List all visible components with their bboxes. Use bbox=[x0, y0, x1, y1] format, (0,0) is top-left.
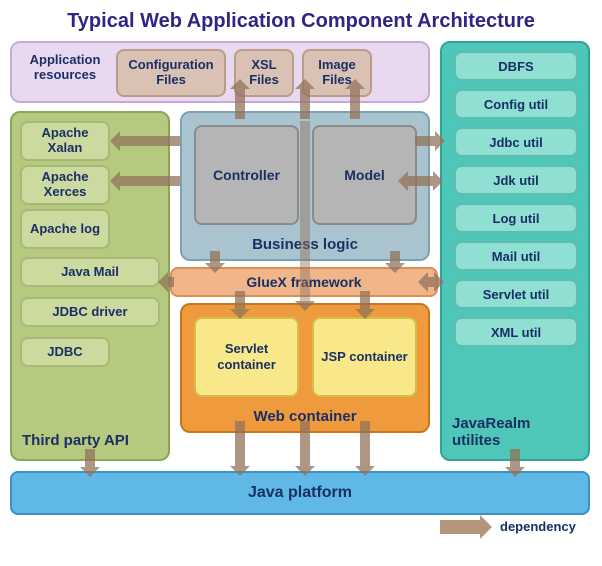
box-dbfs: DBFS bbox=[454, 51, 578, 81]
legend-dependency: dependency bbox=[440, 519, 576, 534]
diagram-canvas: Application resources Configuration File… bbox=[10, 41, 592, 533]
arrow-web-to-platform bbox=[300, 421, 310, 466]
box-apache-log: Apache log bbox=[20, 209, 110, 249]
box-servlet-util: Servlet util bbox=[454, 279, 578, 309]
arrow-controller-to-xerces bbox=[120, 176, 180, 186]
label-javarealm-utilities: JavaRealm utilites bbox=[452, 415, 582, 449]
arrow-icon bbox=[440, 520, 480, 534]
diagram-title: Typical Web Application Component Archit… bbox=[0, 0, 602, 41]
arrow-servlet-to-platform bbox=[235, 421, 245, 466]
box-java-platform: Java platform bbox=[10, 471, 590, 515]
label-application-resources: Application resources bbox=[18, 53, 112, 83]
group-third-party-api: Apache Xalan Apache Xerces Apache log Ja… bbox=[10, 111, 170, 461]
box-java-mail: Java Mail bbox=[20, 257, 160, 287]
box-log-util: Log util bbox=[454, 203, 578, 233]
box-servlet-container: Servlet container bbox=[194, 317, 299, 397]
arrow-controller-to-config bbox=[235, 89, 245, 119]
box-apache-xerces: Apache Xerces bbox=[20, 165, 110, 205]
group-web-container: Servlet container JSP container Web cont… bbox=[180, 303, 430, 433]
arrow-mid-vertical-overlay bbox=[300, 121, 310, 301]
box-jdbc-driver: JDBC driver bbox=[20, 297, 160, 327]
group-javarealm-utilities: DBFS Config util Jdbc util Jdk util Log … bbox=[440, 41, 590, 461]
arrow-third-to-platform bbox=[85, 449, 95, 467]
box-jdbc: JDBC bbox=[20, 337, 110, 367]
arrow-biz-to-gluex-right bbox=[390, 251, 400, 263]
arrow-model-to-jdk-util bbox=[408, 176, 433, 186]
arrow-controller-to-xalan bbox=[120, 136, 180, 146]
arrow-gluex-to-third bbox=[168, 277, 174, 287]
arrow-gluex-to-jsp bbox=[360, 291, 370, 309]
arrow-model-to-image bbox=[350, 89, 360, 119]
arrow-gluex-to-servlet bbox=[235, 291, 245, 309]
arrow-util-to-platform bbox=[510, 449, 520, 467]
arrow-model-to-jdbc-util bbox=[415, 136, 435, 146]
arrow-model-to-xsl bbox=[300, 89, 310, 119]
arrow-gluex-to-util bbox=[428, 277, 434, 287]
legend-label: dependency bbox=[500, 519, 576, 534]
arrow-biz-to-gluex-left bbox=[210, 251, 220, 263]
box-image-files: Image Files bbox=[302, 49, 372, 97]
label-third-party-api: Third party API bbox=[22, 432, 162, 449]
box-mail-util: Mail util bbox=[454, 241, 578, 271]
box-xml-util: XML util bbox=[454, 317, 578, 347]
box-jsp-container: JSP container bbox=[312, 317, 417, 397]
box-jdbc-util: Jdbc util bbox=[454, 127, 578, 157]
box-config-util: Config util bbox=[454, 89, 578, 119]
box-apache-xalan: Apache Xalan bbox=[20, 121, 110, 161]
box-jdk-util: Jdk util bbox=[454, 165, 578, 195]
arrow-jsp-to-platform bbox=[360, 421, 370, 466]
box-controller: Controller bbox=[194, 125, 299, 225]
box-configuration-files: Configuration Files bbox=[116, 49, 226, 97]
group-application-resources: Application resources Configuration File… bbox=[10, 41, 430, 103]
